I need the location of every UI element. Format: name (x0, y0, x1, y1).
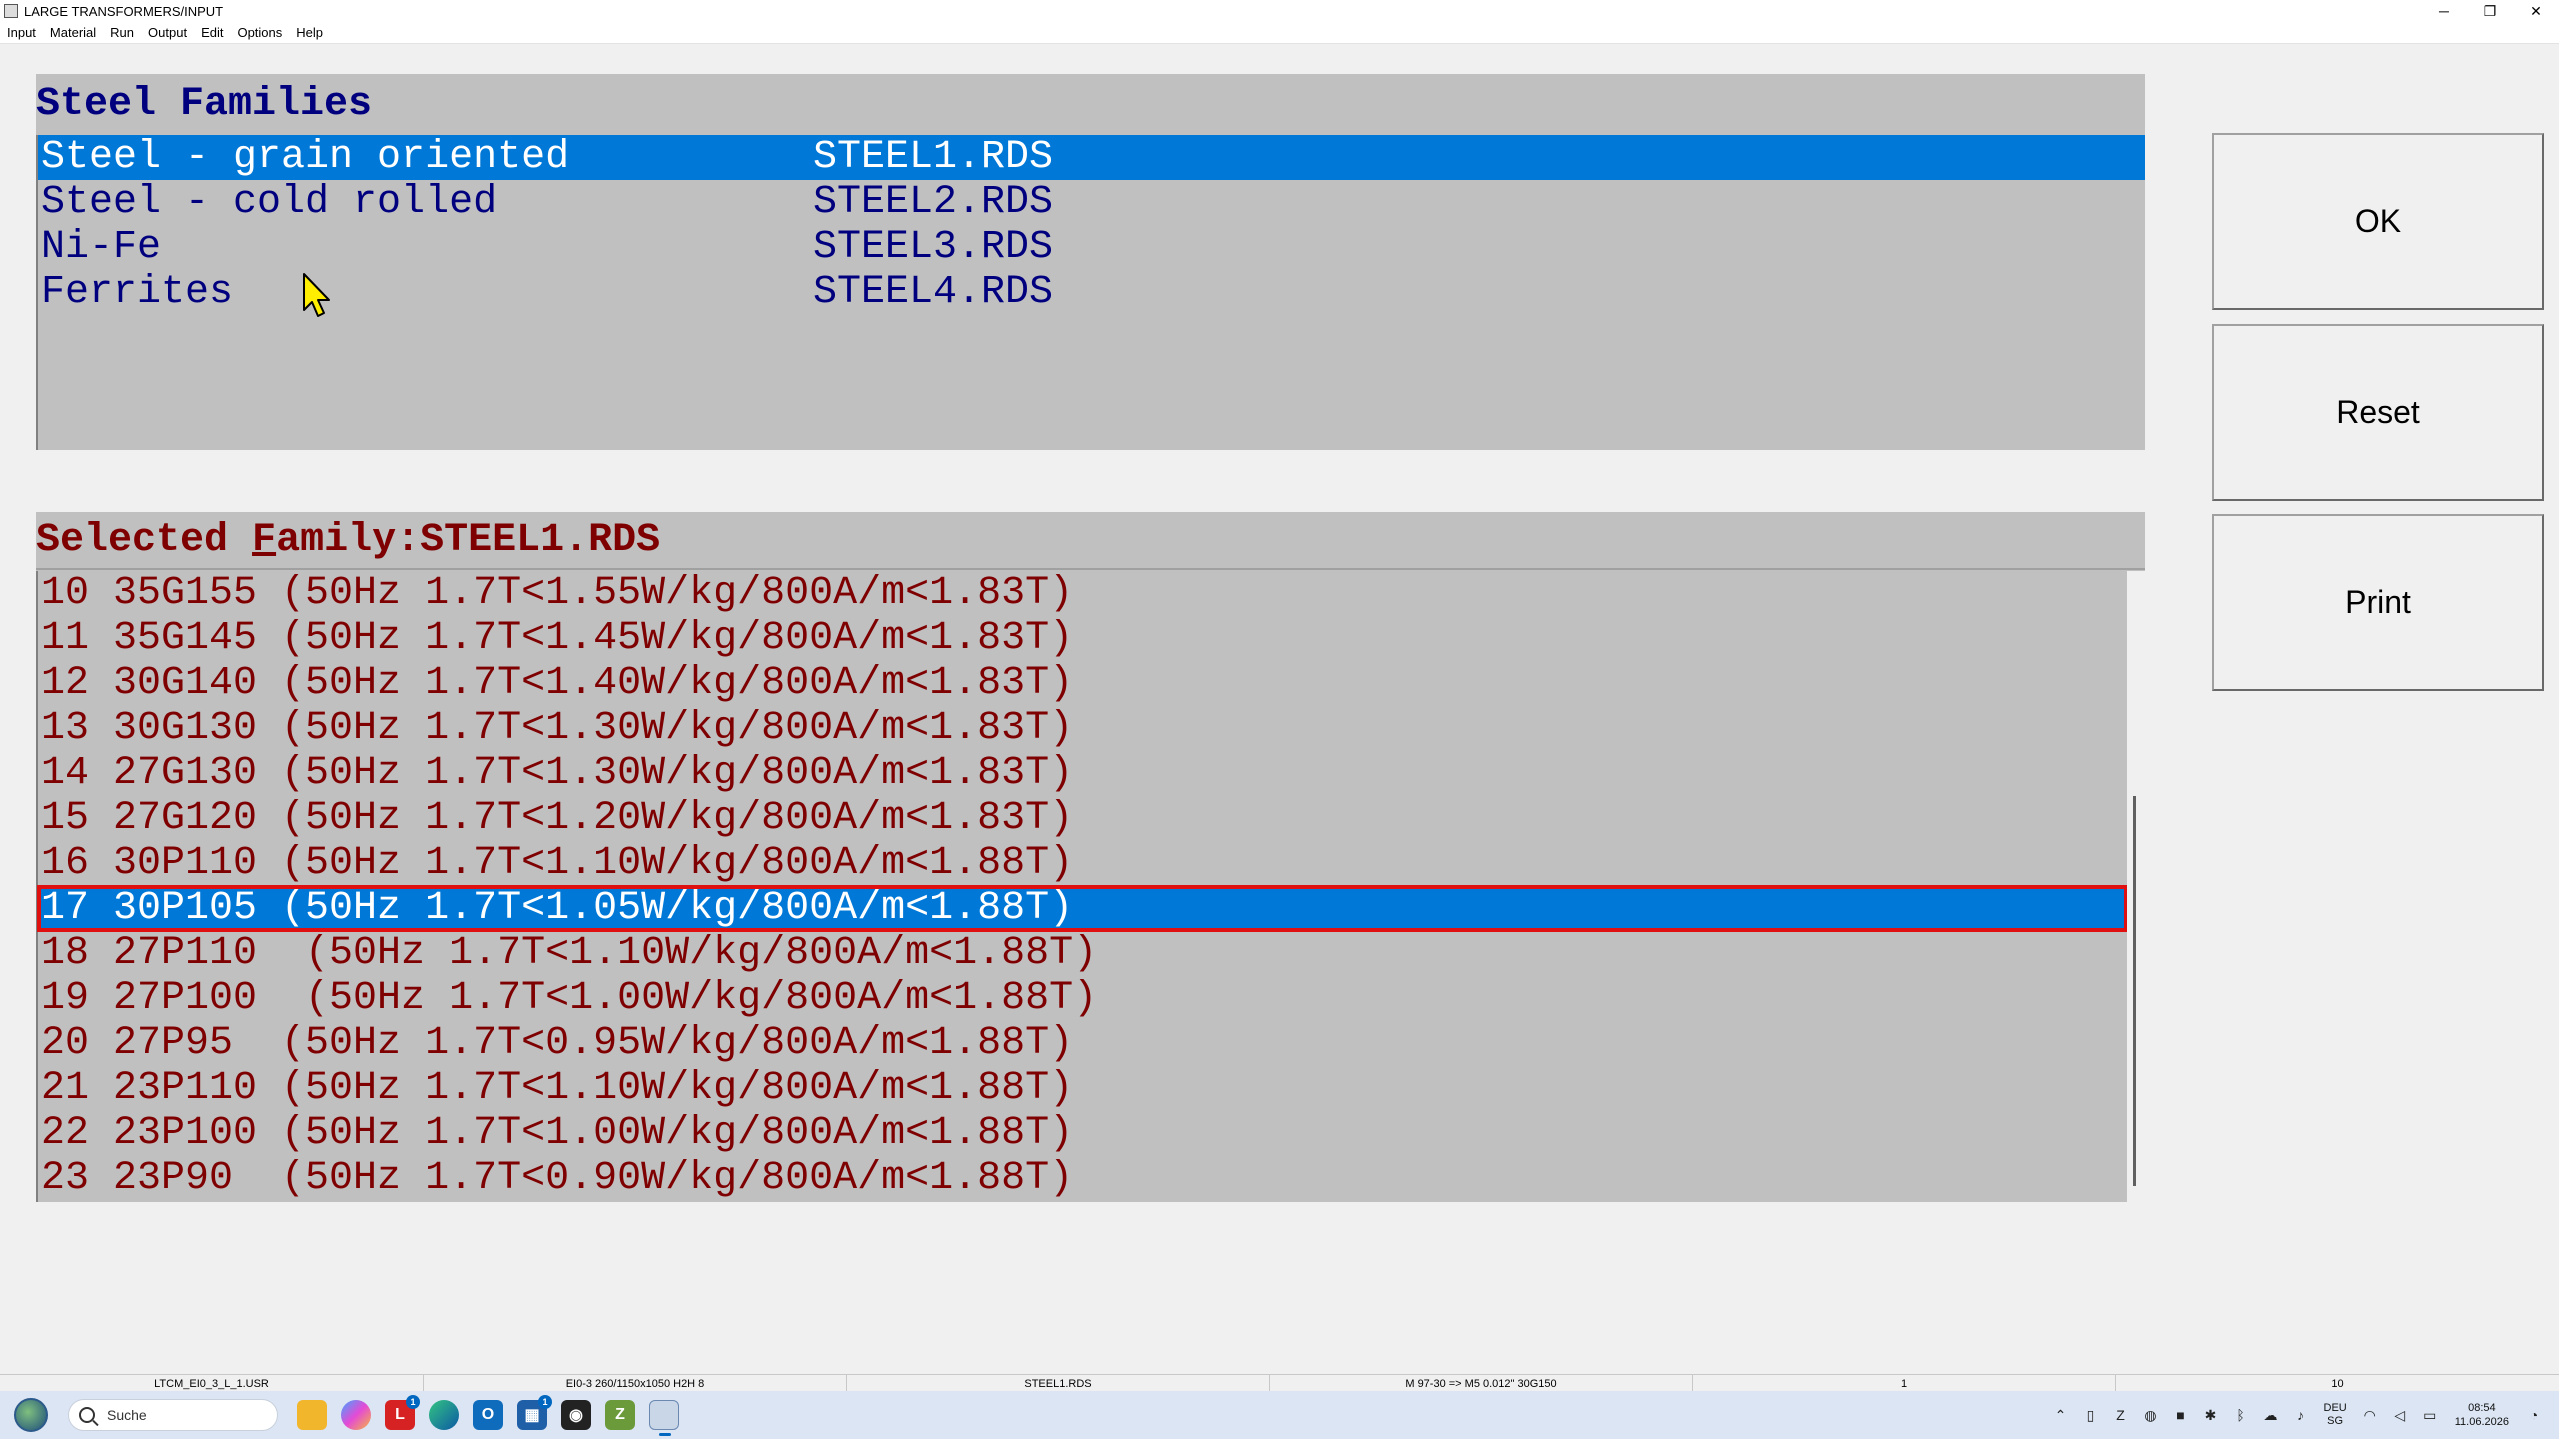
taskbar-clock[interactable]: 08:54 11.06.2026 (2455, 1401, 2509, 1429)
family-file: STEEL4.RDS (813, 270, 1054, 315)
window-controls: ─ ❐ ✕ (2421, 0, 2559, 22)
menu-material[interactable]: Material (43, 25, 103, 40)
mouse-cursor-icon (303, 273, 330, 317)
menu-bar: Input Material Run Output Edit Options H… (0, 22, 2559, 44)
family-file: STEEL3.RDS (813, 225, 1054, 270)
status-value-2: 10 (2331, 1377, 2344, 1390)
system-tray: ⌃ ▯ Z ◍ ■ ✱ ᛒ ☁ ♪ DEU SG ◠ ◁ ▭ 08:54 11.06… (2046, 1391, 2549, 1439)
bluetooth-icon[interactable]: ᛒ (2232, 1406, 2250, 1424)
selected-family-header: Selected Family:STEEL1.RDS (36, 512, 2145, 570)
app-z-tray-icon[interactable]: Z (2112, 1406, 2130, 1424)
ok-button[interactable]: OK (2212, 133, 2544, 310)
taskbar-search[interactable]: Suche (68, 1399, 278, 1431)
grade-row[interactable]: 11 35G145 (50Hz 1.7T<1.45W/kg/800A/m<1.8… (38, 616, 2127, 661)
status-steel-file: STEEL1.RDS (847, 1375, 1270, 1392)
large-transformers-app-icon[interactable] (649, 1400, 679, 1436)
steel-families-header: Steel Families (36, 74, 2145, 134)
grade-row[interactable]: 12 30G140 (50Hz 1.7T<1.40W/kg/800A/m<1.8… (38, 661, 2127, 706)
grade-row[interactable]: 19 27P100 (50Hz 1.7T<1.00W/kg/800A/m<1.8… (38, 976, 2127, 1021)
usb-icon[interactable]: ▯ (2082, 1406, 2100, 1424)
grade-row[interactable]: 18 27P110 (50Hz 1.7T<1.10W/kg/800A/m<1.8… (38, 931, 2127, 976)
print-button[interactable]: Print (2212, 514, 2544, 691)
close-button[interactable]: ✕ (2513, 0, 2559, 22)
taskbar-apps: L1 O ▦ 1 ◉ Z (290, 1395, 686, 1436)
language-indicator[interactable]: DEU SG (2324, 1402, 2347, 1428)
menu-output[interactable]: Output (141, 25, 194, 40)
app-z-icon[interactable]: Z (605, 1400, 635, 1430)
grade-row-selected[interactable]: 17 30P105 (50Hz 1.7T<1.05W/kg/800A/m<1.8… (37, 885, 2128, 932)
notification-bell-icon[interactable]: ◔ (2525, 1406, 2543, 1424)
family-row[interactable]: Ferrites STEEL4.RDS (38, 270, 2145, 315)
notification-badge: 1 (538, 1395, 552, 1409)
chevron-up-icon[interactable]: ⌃ (2052, 1406, 2070, 1424)
title-bar: LARGE TRANSFORMERS/INPUT ─ ❐ ✕ (0, 0, 2559, 22)
menu-edit[interactable]: Edit (194, 25, 230, 40)
minimize-button[interactable]: ─ (2421, 0, 2467, 22)
grades-scrollbar[interactable] (2127, 571, 2145, 1202)
family-name: Ni-Fe (41, 225, 162, 270)
window-title: LARGE TRANSFORMERS/INPUT (24, 3, 224, 19)
display-icon[interactable]: ■ (2172, 1406, 2190, 1424)
file-explorer-icon[interactable] (297, 1400, 327, 1430)
outlook-icon[interactable]: O (473, 1400, 503, 1430)
media-app-icon[interactable]: ◉ (561, 1400, 591, 1430)
copilot-icon[interactable] (341, 1400, 371, 1430)
steel-families-list[interactable]: Steel - grain oriented STEEL1.RDS Steel … (36, 135, 2145, 450)
grade-row[interactable]: 15 27G120 (50Hz 1.7T<1.20W/kg/800A/m<1.8… (38, 796, 2127, 841)
wifi-icon[interactable]: ◠ (2361, 1406, 2379, 1424)
menu-options[interactable]: Options (230, 25, 289, 40)
grade-row[interactable]: 10 35G155 (50Hz 1.7T<1.55W/kg/800A/m<1.8… (38, 571, 2127, 616)
status-core-spec: EI0-3 260/1150x1050 H2H 8 (424, 1375, 847, 1392)
volume-icon[interactable]: ◁ (2391, 1406, 2409, 1424)
selected-family-title: Selected Family:STEEL1.RDS (36, 517, 661, 563)
grade-row[interactable]: 13 30G130 (50Hz 1.7T<1.30W/kg/800A/m<1.8… (38, 706, 2127, 751)
chrome-tray-icon[interactable]: ◍ (2142, 1406, 2160, 1424)
family-row[interactable]: Ni-Fe STEEL3.RDS (38, 225, 2145, 270)
cloud-off-icon[interactable]: ☁ (2262, 1406, 2280, 1424)
status-bar: LTCM_EI0_3_L_1.USR EI0-3 260/1150x1050 H… (0, 1374, 2559, 1392)
edge-browser-icon[interactable] (429, 1400, 459, 1430)
grade-row[interactable]: 16 30P110 (50Hz 1.7T<1.10W/kg/800A/m<1.8… (38, 841, 2127, 886)
status-material: M 97-30 => M5 0.012" 30G150 (1270, 1375, 1693, 1392)
grade-row[interactable]: 20 27P95 (50Hz 1.7T<0.95W/kg/800A/m<1.88… (38, 1021, 2127, 1066)
menu-input[interactable]: Input (0, 25, 43, 40)
app-icon (4, 4, 18, 18)
status-value-1: 1 (1693, 1375, 2116, 1392)
reset-button[interactable]: Reset (2212, 324, 2544, 501)
family-row[interactable]: Steel - cold rolled STEEL2.RDS (38, 180, 2145, 225)
microphone-icon[interactable]: ♪ (2292, 1406, 2310, 1424)
family-name: Ferrites (41, 270, 234, 315)
battery-icon[interactable]: ▭ (2421, 1406, 2439, 1424)
grade-row[interactable]: 14 27G130 (50Hz 1.7T<1.30W/kg/800A/m<1.8… (38, 751, 2127, 796)
taskbar: Suche L1 O ▦ 1 ◉ Z ⌃ ▯ Z ◍ ■ ✱ ᛒ ☁ ♪ DEU S… (0, 1391, 2559, 1439)
grade-row[interactable]: 23 23P90 (50Hz 1.7T<0.90W/kg/800A/m<1.88… (38, 1156, 2127, 1201)
grade-row[interactable]: 22 23P100 (50Hz 1.7T<1.00W/kg/800A/m<1.8… (38, 1111, 2127, 1156)
restore-button[interactable]: ❐ (2467, 0, 2513, 22)
search-icon (79, 1407, 95, 1423)
grades-scrollbar-thumb[interactable] (2133, 796, 2136, 1186)
steel-families-title: Steel Families (36, 81, 373, 127)
store-icon[interactable]: ▦ 1 (517, 1395, 552, 1430)
steel-grades-list[interactable]: 10 35G155 (50Hz 1.7T<1.55W/kg/800A/m<1.8… (36, 571, 2128, 1202)
family-name: Steel - cold rolled (41, 180, 498, 225)
notification-badge: 1 (406, 1395, 420, 1409)
search-placeholder: Suche (107, 1407, 147, 1423)
status-user-file: LTCM_EI0_3_L_1.USR (0, 1375, 424, 1392)
app-l-icon[interactable]: L1 (385, 1395, 420, 1430)
family-row[interactable]: Steel - grain oriented STEEL1.RDS (38, 135, 2145, 180)
start-button[interactable] (14, 1398, 48, 1432)
grade-row[interactable]: 21 23P110 (50Hz 1.7T<1.10W/kg/800A/m<1.8… (38, 1066, 2127, 1111)
tools-icon[interactable]: ✱ (2202, 1406, 2220, 1424)
menu-run[interactable]: Run (103, 25, 141, 40)
selected-family-panel: Selected Family:STEEL1.RDS 10 35G155 (50… (36, 512, 2145, 1202)
family-name: Steel - grain oriented (41, 135, 570, 180)
steel-families-panel: Steel Families Steel - grain oriented ST… (36, 74, 2145, 450)
menu-help[interactable]: Help (289, 25, 330, 40)
family-file: STEEL1.RDS (813, 135, 1054, 180)
family-file: STEEL2.RDS (813, 180, 1054, 225)
